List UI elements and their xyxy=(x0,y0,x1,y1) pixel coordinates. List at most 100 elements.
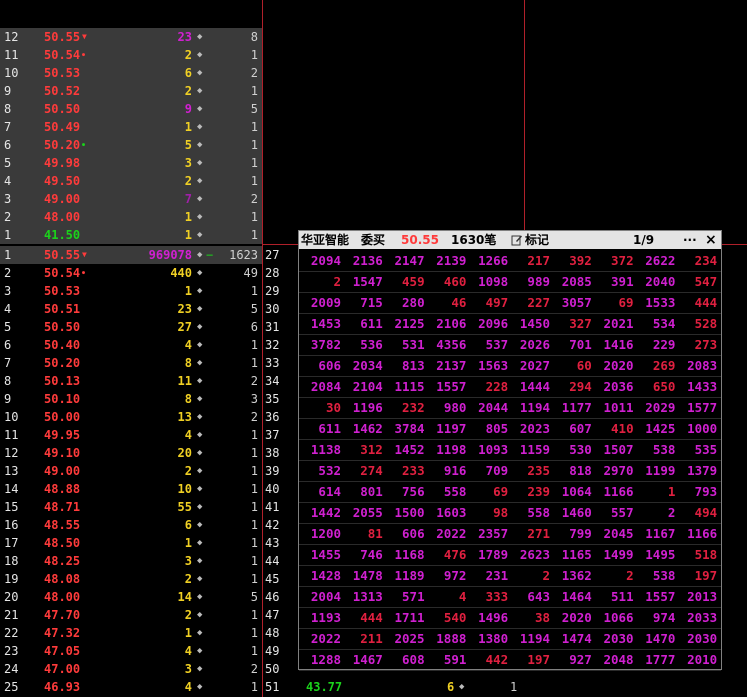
queue-order-volume[interactable]: 557 xyxy=(594,502,634,523)
queue-order-volume[interactable]: 229 xyxy=(635,334,676,355)
queue-order-volume[interactable]: 2027 xyxy=(510,355,550,376)
queue-order-volume[interactable]: 989 xyxy=(510,271,550,292)
queue-order-volume[interactable]: 1557 xyxy=(635,586,675,607)
queue-order-volume[interactable]: 476 xyxy=(426,544,467,565)
queue-order-volume[interactable]: 2096 xyxy=(468,313,508,334)
order-level-row[interactable]: 12 49.10 20 ◆ 1 xyxy=(0,444,262,462)
order-level-row[interactable]: 22 47.32 1 ◆ 1 xyxy=(0,624,262,642)
queue-order-volume[interactable]: 2094 xyxy=(301,250,341,271)
queue-order-volume[interactable]: 1460 xyxy=(552,502,592,523)
queue-order-volume[interactable]: 1166 xyxy=(594,481,633,502)
queue-order-volume[interactable]: 558 xyxy=(426,481,467,502)
queue-order-volume[interactable]: 3784 xyxy=(385,418,424,439)
queue-order-volume[interactable]: 4 xyxy=(426,586,467,607)
queue-order-volume[interactable]: 1189 xyxy=(385,565,424,586)
queue-order-volume[interactable]: 46 xyxy=(426,292,466,313)
queue-order-volume[interactable]: 801 xyxy=(343,481,383,502)
queue-order-volume[interactable]: 1425 xyxy=(635,418,675,439)
queue-order-volume[interactable]: 1453 xyxy=(301,313,341,334)
queue-order-volume[interactable]: 2 xyxy=(594,565,634,586)
queue-order-volume[interactable]: 818 xyxy=(552,460,592,481)
queue-order-volume[interactable]: 537 xyxy=(468,334,509,355)
queue-order-volume[interactable]: 606 xyxy=(301,355,341,376)
queue-order-volume[interactable]: 547 xyxy=(677,271,718,292)
queue-order-volume[interactable]: 2623 xyxy=(510,544,550,565)
queue-order-volume[interactable]: 1557 xyxy=(426,376,466,397)
order-level-row[interactable]: 1 41.50 1 ◆ 1 xyxy=(0,226,262,244)
queue-order-volume[interactable]: 611 xyxy=(301,418,341,439)
queue-order-volume[interactable]: 538 xyxy=(635,565,676,586)
order-level-row[interactable]: 3 49.00 7 ◆ 2 xyxy=(0,190,262,208)
queue-order-volume[interactable]: 4356 xyxy=(426,334,466,355)
queue-order-volume[interactable]: 1379 xyxy=(677,460,717,481)
queue-order-volume[interactable]: 532 xyxy=(301,460,341,481)
queue-order-volume[interactable]: 459 xyxy=(385,271,425,292)
queue-order-volume[interactable]: 2040 xyxy=(635,271,675,292)
queue-order-volume[interactable]: 1455 xyxy=(301,544,341,565)
queue-order-volume[interactable]: 2 xyxy=(510,565,550,586)
queue-order-volume[interactable]: 2004 xyxy=(301,586,341,607)
queue-order-volume[interactable]: 972 xyxy=(426,565,467,586)
queue-order-volume[interactable]: 2030 xyxy=(677,628,717,649)
queue-order-volume[interactable]: 2034 xyxy=(343,355,383,376)
queue-order-volume[interactable]: 442 xyxy=(468,649,509,670)
order-level-row[interactable]: 11 50.54 ● 2 ◆ 1 xyxy=(0,46,262,64)
queue-order-volume[interactable]: 1064 xyxy=(552,481,592,502)
queue-order-volume[interactable]: 1533 xyxy=(635,292,675,313)
queue-order-volume[interactable]: 294 xyxy=(552,376,592,397)
queue-order-volume[interactable]: 2020 xyxy=(552,607,592,628)
queue-order-volume[interactable]: 1777 xyxy=(635,649,675,670)
queue-order-volume[interactable]: 974 xyxy=(635,607,676,628)
queue-order-volume[interactable]: 227 xyxy=(510,292,550,313)
queue-order-volume[interactable]: 980 xyxy=(426,397,467,418)
queue-order-volume[interactable]: 2020 xyxy=(594,355,633,376)
order-level-row[interactable]: 10 50.00 13 ◆ 2 xyxy=(0,408,262,426)
queue-order-volume[interactable]: 2357 xyxy=(468,523,508,544)
queue-order-volume[interactable]: 1452 xyxy=(385,439,424,460)
order-level-row[interactable]: 5 49.98 3 ◆ 1 xyxy=(0,154,262,172)
queue-order-volume[interactable]: 2139 xyxy=(426,250,466,271)
queue-order-volume[interactable]: 701 xyxy=(552,334,592,355)
queue-order-volume[interactable]: 1603 xyxy=(426,502,466,523)
queue-order-volume[interactable]: 1266 xyxy=(468,250,508,271)
queue-order-volume[interactable]: 2025 xyxy=(385,628,424,649)
queue-order-volume[interactable]: 2023 xyxy=(510,418,550,439)
queue-order-volume[interactable]: 1433 xyxy=(677,376,717,397)
queue-order-volume[interactable]: 1428 xyxy=(301,565,341,586)
queue-order-volume[interactable]: 650 xyxy=(635,376,676,397)
queue-order-volume[interactable]: 2137 xyxy=(426,355,466,376)
queue-order-volume[interactable]: 2622 xyxy=(635,250,675,271)
queue-order-volume[interactable]: 2136 xyxy=(343,250,383,271)
queue-order-volume[interactable]: 1115 xyxy=(385,376,424,397)
queue-order-volume[interactable]: 1507 xyxy=(594,439,633,460)
queue-order-volume[interactable]: 1193 xyxy=(301,607,341,628)
queue-order-volume[interactable]: 2022 xyxy=(426,523,466,544)
order-level-row[interactable]: 4 50.51 23 ◆ 5 xyxy=(0,300,262,318)
queue-order-volume[interactable]: 1194 xyxy=(510,628,550,649)
queue-order-volume[interactable]: 1098 xyxy=(468,271,508,292)
queue-order-volume[interactable]: 333 xyxy=(468,586,509,607)
queue-order-volume[interactable]: 3057 xyxy=(552,292,592,313)
queue-order-volume[interactable]: 1288 xyxy=(301,649,341,670)
queue-order-volume[interactable]: 2009 xyxy=(301,292,341,313)
queue-order-volume[interactable]: 2104 xyxy=(343,376,383,397)
queue-order-volume[interactable]: 1177 xyxy=(552,397,592,418)
queue-order-volume[interactable]: 231 xyxy=(468,565,509,586)
queue-order-volume[interactable]: 497 xyxy=(468,292,509,313)
close-button[interactable]: × xyxy=(705,231,717,249)
queue-order-volume[interactable]: 1200 xyxy=(301,523,341,544)
queue-order-volume[interactable]: 1496 xyxy=(468,607,508,628)
order-level-row[interactable]: 25 46.93 4 ◆ 1 xyxy=(0,678,262,696)
queue-order-volume[interactable]: 1467 xyxy=(343,649,383,670)
queue-order-volume[interactable]: 916 xyxy=(426,460,467,481)
order-level-row[interactable]: 11 49.95 4 ◆ 1 xyxy=(0,426,262,444)
order-level-row[interactable]: 7 50.20 8 ◆ 1 xyxy=(0,354,262,372)
queue-order-volume[interactable]: 606 xyxy=(385,523,425,544)
queue-order-volume[interactable]: 444 xyxy=(343,607,383,628)
queue-order-volume[interactable]: 756 xyxy=(385,481,425,502)
queue-order-volume[interactable]: 535 xyxy=(677,439,718,460)
queue-order-volume[interactable]: 1495 xyxy=(635,544,675,565)
queue-order-volume[interactable]: 2010 xyxy=(677,649,717,670)
queue-order-volume[interactable]: 217 xyxy=(510,250,550,271)
queue-order-volume[interactable]: 38 xyxy=(510,607,550,628)
